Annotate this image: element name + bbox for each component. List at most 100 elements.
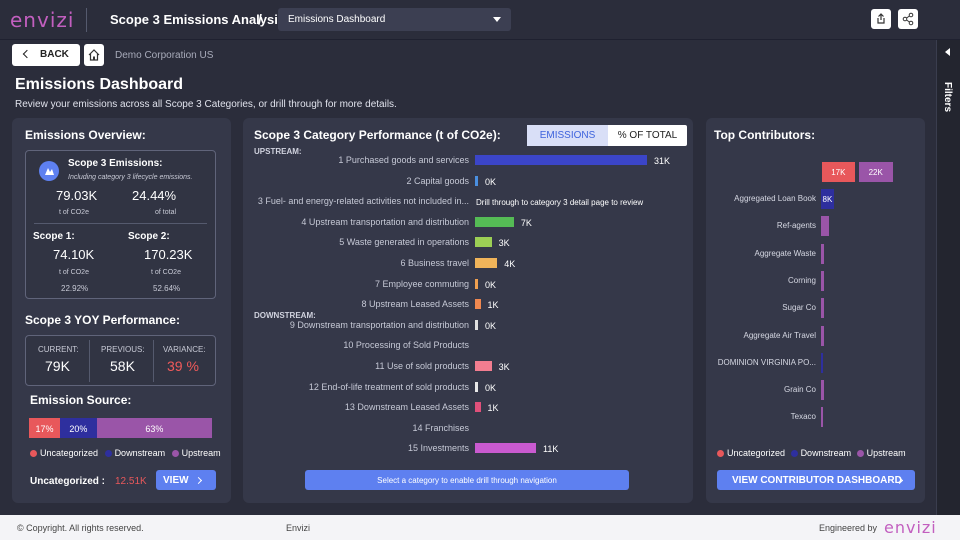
category-value: 3K (498, 238, 510, 249)
category-label: 11 Use of sold products (375, 361, 469, 371)
variance-value: 39 % (167, 358, 199, 374)
scope3-title: Scope 3 Emissions: (68, 158, 163, 169)
category-bar[interactable] (475, 258, 498, 268)
export-icon (877, 13, 885, 24)
view-contributor-dashboard-button[interactable]: VIEW CONTRIBUTOR DASHBOARD (717, 470, 915, 490)
legend-upstream: Upstream (171, 448, 221, 458)
legend-uncategorized: Uncategorized (30, 448, 98, 458)
scope1-title: Scope 1: (33, 231, 75, 242)
organization-name: Demo Corporation US (115, 50, 214, 61)
yoy-title: Scope 3 YOY Performance: (25, 313, 180, 327)
category-bar[interactable] (475, 278, 478, 289)
filters-label: Filters (942, 82, 953, 113)
scope2-value: 170.23K (144, 247, 193, 262)
share-button[interactable] (898, 9, 918, 29)
export-button[interactable] (871, 9, 891, 29)
view-button[interactable]: VIEW (156, 470, 216, 490)
top-bar: envizi Scope 3 Emissions Analysis / Emis… (0, 0, 960, 40)
footer-brand: Envizi (286, 523, 311, 533)
category-label: 2 Capital goods (406, 175, 469, 186)
category-value: 3K (498, 362, 510, 372)
contributor-bar[interactable] (821, 270, 825, 291)
chevron-right-icon (194, 476, 203, 485)
contributor-name: Sugar Co (782, 303, 816, 313)
category-label: 9 Downstream transportation and distribu… (289, 319, 469, 330)
category-value: 0K (485, 176, 497, 187)
scope1-pct: 22.92% (61, 284, 89, 293)
legend-dot-icon (856, 450, 864, 457)
category-label: 4 Upstream transportation and distributi… (301, 216, 469, 227)
contributor-name: Texaco (790, 412, 816, 422)
category-label: 6 Business travel (400, 258, 469, 268)
category-value: 11K (543, 444, 559, 455)
contributor-bar[interactable] (821, 298, 825, 319)
contributor-name: Ref-agents (776, 221, 816, 231)
home-button[interactable] (84, 44, 104, 66)
emission-source-segment: 17% (29, 418, 61, 438)
category-label: 15 Investments (407, 443, 469, 454)
category-bar[interactable] (475, 381, 478, 392)
uncategorized-label: Uncategorized : (30, 476, 106, 487)
select-category-button[interactable]: Select a category to enable drill throug… (305, 470, 629, 490)
contributor-name: Aggregate Air Travel (743, 330, 816, 340)
envizi-logo[interactable]: envizi (10, 8, 74, 32)
toggle-emissions[interactable]: EMISSIONS (527, 125, 608, 146)
contributors-title: Top Contributors: (714, 128, 816, 142)
overview-divider (34, 223, 207, 224)
category-bar[interactable] (475, 443, 537, 454)
scope2-unit: t of CO2e (151, 269, 181, 276)
page-description: Review your emissions across all Scope 3… (15, 99, 397, 110)
category-label: 1 Purchased goods and services (338, 155, 469, 165)
contributor-bar[interactable] (821, 407, 823, 428)
category-bar[interactable] (475, 319, 478, 330)
legend-dot-icon (790, 450, 798, 457)
contributor-bar[interactable] (821, 380, 825, 401)
contributor-bar[interactable] (821, 325, 825, 346)
legend-downstream: Downstream (104, 448, 165, 458)
home-icon (88, 49, 100, 61)
category-bar[interactable] (475, 361, 492, 371)
category-label: 14 Franchises (412, 422, 469, 433)
category-value: 7K (520, 217, 532, 228)
category-bar[interactable] (475, 299, 481, 310)
contributor-bar[interactable] (821, 352, 823, 373)
category-value: 0K (485, 382, 497, 393)
chevron-left-icon (945, 48, 950, 56)
uncategorized-value: 12.51K (115, 476, 147, 487)
scope3-subtitle: Including category 3 lifecycle emissions… (68, 174, 193, 181)
share-icon (902, 12, 914, 26)
copyright: © Copyright. All rights reserved. (17, 523, 144, 533)
dashboard-select-value: Emissions Dashboard (288, 14, 386, 25)
variance-label: VARIANCE: (163, 345, 206, 354)
category-bar[interactable] (475, 237, 492, 248)
scope3-unit: t of CO2e (59, 209, 89, 216)
legend-upstream: Upstream (856, 448, 906, 458)
category-value: 0K (485, 320, 497, 331)
upstream-section-label: UPSTREAM: (254, 147, 302, 156)
contributor-bar[interactable] (821, 243, 825, 264)
scope1-unit: t of CO2e (59, 269, 89, 276)
footer-logo: envizi (884, 518, 937, 537)
yoy-card: CURRENT: 79K PREVIOUS: 58K VARIANCE: 39 … (25, 335, 216, 386)
toggle-pct-of-total[interactable]: % OF TOTAL (608, 125, 687, 146)
overview-title: Emissions Overview: (25, 128, 146, 142)
scope2-pct: 52.64% (153, 284, 181, 293)
dashboard-select[interactable]: Emissions Dashboard (278, 8, 511, 31)
back-button[interactable]: BACK (12, 44, 80, 66)
view-label: VIEW (163, 475, 189, 486)
scope2-title: Scope 2: (128, 231, 170, 242)
category-bar[interactable] (475, 402, 481, 413)
current-label: CURRENT: (38, 345, 79, 354)
contributor-bar[interactable] (821, 216, 829, 237)
emissions-toggle[interactable]: EMISSIONS % OF TOTAL (527, 125, 687, 146)
contributor-bar[interactable]: 8K (821, 189, 834, 209)
category-bar[interactable] (475, 216, 514, 227)
category-bar[interactable] (475, 175, 478, 186)
legend-downstream: Downstream (790, 448, 851, 458)
contributor-name: Aggregated Loan Book (734, 194, 816, 203)
page-title: Emissions Dashboard (15, 76, 184, 93)
category-bar[interactable] (475, 155, 647, 165)
category-title: Scope 3 Category Performance (t of CO2e)… (254, 128, 501, 142)
filters-panel-toggle[interactable]: Filters (936, 40, 960, 515)
category-label: 7 Employee commuting (374, 278, 469, 289)
